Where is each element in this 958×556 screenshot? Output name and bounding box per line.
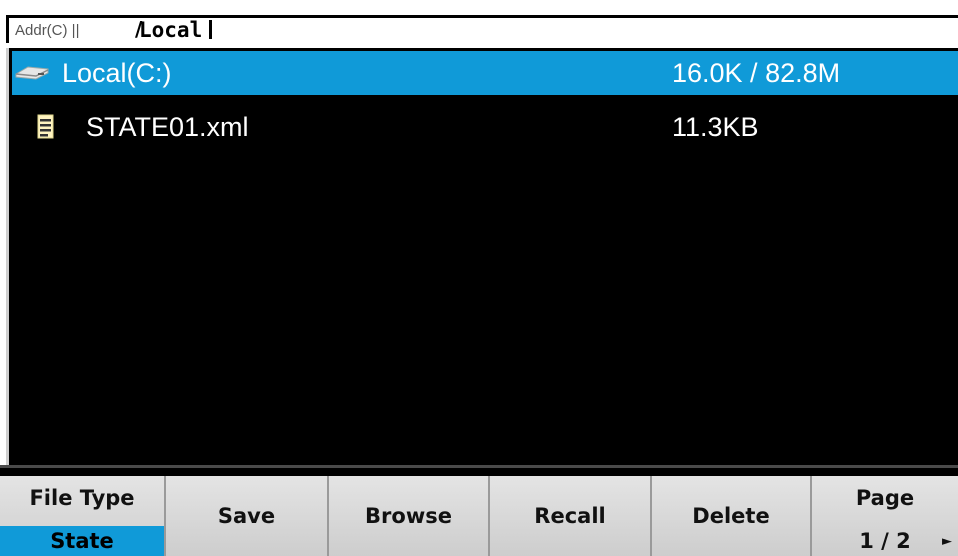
file-row-local-drive[interactable]: Local(C:) 16.0K / 82.8M [12,51,958,95]
text-caret [209,20,212,39]
drive-icon [14,51,52,95]
file-size: 16.0K / 82.8M [672,58,841,88]
delete-label: Delete [692,504,770,528]
document-icon [36,105,56,149]
save-label: Save [217,504,276,528]
softkey-menu: File Type State Save Browse Recall Delet… [0,465,958,556]
file-size: 11.3KB [672,112,759,142]
address-field[interactable]: Addr(C) || / Local [6,15,958,43]
file-name: Local(C:) [62,58,172,88]
page-value: 1 / 2 [859,529,911,553]
file-type-label: File Type [29,486,135,510]
page-button[interactable]: Page 1 / 2 ► [810,476,958,556]
file-type-button[interactable]: File Type State [0,476,164,556]
next-page-arrow-icon: ► [942,534,952,549]
address-bar: Addr(C) || / Local [0,0,958,48]
file-row-state01[interactable]: STATE01.xml 11.3KB [12,105,958,149]
address-label: Addr(C) || [13,21,84,41]
file-browser-panel: Local(C:) 16.0K / 82.8M STATE01.xml 11.3… [6,48,958,465]
save-button[interactable]: Save [164,476,327,556]
recall-label: Recall [534,504,606,528]
current-path: Local [139,18,203,42]
file-name: STATE01.xml [86,112,249,142]
recall-button[interactable]: Recall [488,476,650,556]
page-label: Page [855,486,915,510]
browse-button[interactable]: Browse [327,476,488,556]
delete-button[interactable]: Delete [650,476,810,556]
file-type-value: State [0,526,164,556]
browse-label: Browse [365,504,452,528]
